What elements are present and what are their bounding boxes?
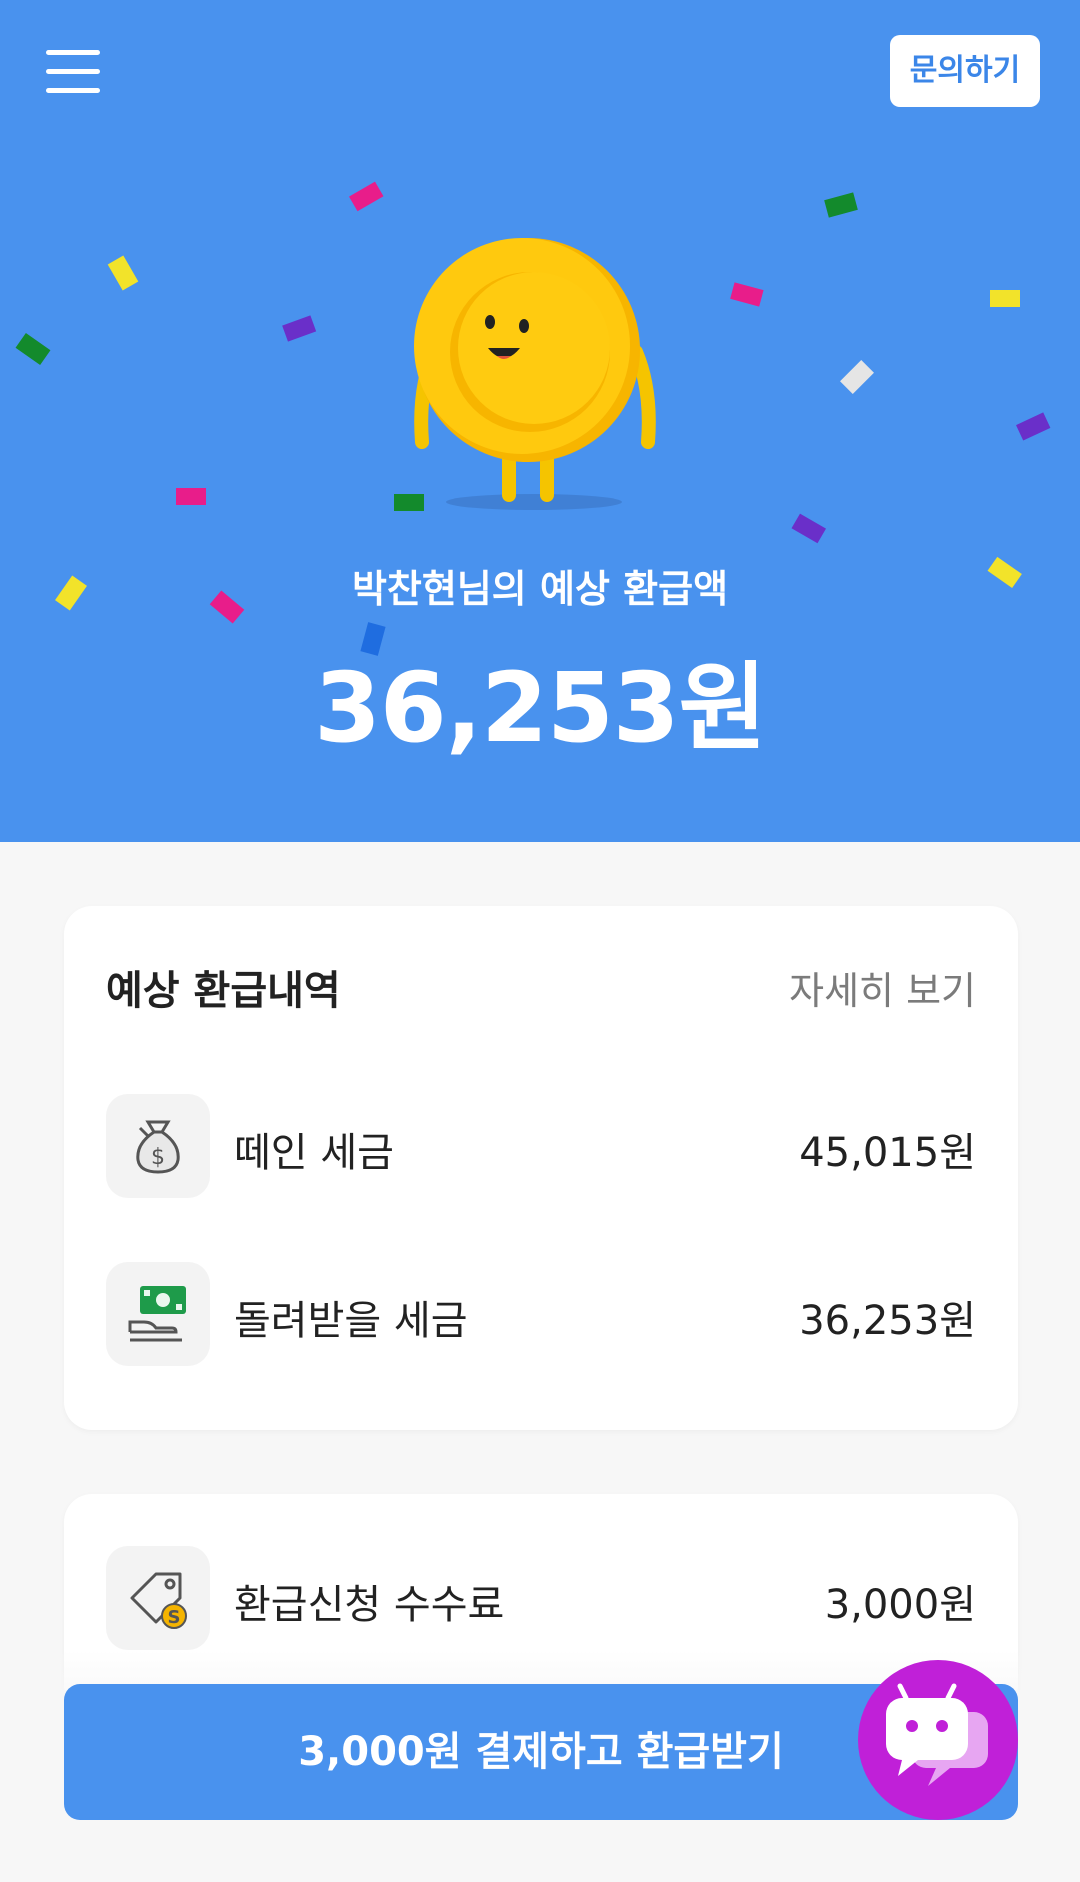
refundable-tax-label: 돌려받을 세금 <box>234 1298 468 1344</box>
price-tag-coin-icon: S <box>106 1546 210 1650</box>
withheld-tax-value: 45,015원 <box>799 1130 976 1176</box>
refund-details-card: 예상 환급내역 자세히 보기 $ 떼인 세금 45,015원 돌려받을 세금 3… <box>64 906 1018 1430</box>
coin-mascot-icon <box>414 238 656 510</box>
cash-hand-icon <box>106 1262 210 1366</box>
chatbot-icon <box>886 1683 988 1786</box>
money-bag-icon: $ <box>106 1094 210 1198</box>
refund-fee-value: 3,000원 <box>824 1582 976 1628</box>
chatbot-button[interactable] <box>858 1660 1018 1820</box>
refundable-tax-row: 돌려받을 세금 36,253원 <box>106 1262 976 1366</box>
svg-text:S: S <box>168 1607 181 1628</box>
hero-banner: 문의하기 박찬현님의 예상 환급액 36,253원 <box>0 0 1080 842</box>
refundable-tax-value: 36,253원 <box>799 1298 976 1344</box>
svg-text:$: $ <box>151 1145 165 1170</box>
card-title: 예상 환급내역 <box>106 968 341 1014</box>
view-details-link[interactable]: 자세히 보기 <box>789 960 976 1015</box>
refund-amount: 36,253원 <box>314 652 767 764</box>
refund-fee-label: 환급신청 수수료 <box>234 1582 505 1628</box>
withheld-tax-row: $ 떼인 세금 45,015원 <box>106 1094 976 1198</box>
refund-subtitle: 박찬현님의 예상 환급액 <box>351 567 729 611</box>
withheld-tax-label: 떼인 세금 <box>234 1130 394 1176</box>
refund-fee-row: S 환급신청 수수료 3,000원 <box>106 1546 976 1650</box>
